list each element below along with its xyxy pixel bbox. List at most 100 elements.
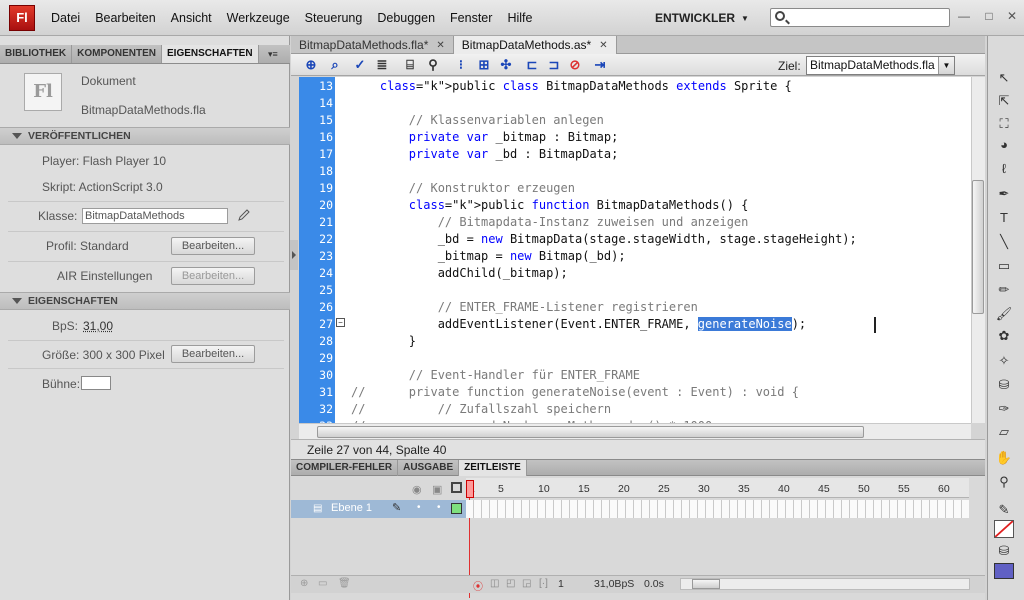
text-tool-icon[interactable]: T: [995, 210, 1013, 226]
code-hint-icon[interactable]: ⌸: [402, 57, 418, 73]
bone-tool-icon[interactable]: ✧: [995, 353, 1013, 369]
menu-ansicht[interactable]: Ansicht: [171, 11, 212, 25]
timeline-ruler[interactable]: 1 5 10 15 20 25 30 35 40 45 50 55 60: [466, 478, 969, 498]
tab-komponenten[interactable]: KOMPONENTEN: [72, 45, 163, 63]
restore-button[interactable]: □: [982, 9, 996, 23]
3d-rotation-icon[interactable]: ◕: [995, 137, 1013, 153]
stage-color-swatch[interactable]: [81, 376, 111, 390]
rectangle-tool-icon[interactable]: ▭: [995, 258, 1013, 274]
divider: [8, 201, 284, 202]
minimize-button[interactable]: —: [957, 9, 971, 23]
size-edit-button[interactable]: Bearbeiten...: [171, 345, 255, 363]
tab-eigenschaften[interactable]: EIGENSCHAFTEN: [162, 45, 259, 63]
close-icon[interactable]: ✕: [436, 37, 444, 54]
timeline-hscroll-thumb[interactable]: [692, 579, 720, 589]
collapse-between-braces-icon[interactable]: ⁝: [453, 57, 469, 73]
line-tool-icon[interactable]: ╲: [995, 234, 1013, 250]
onion-markers-icon[interactable]: [·]: [539, 578, 548, 589]
air-edit-button[interactable]: Bearbeiten...: [171, 267, 255, 285]
outline-icon[interactable]: [451, 482, 462, 493]
auto-format-icon[interactable]: ≣: [374, 57, 390, 73]
lock-icon[interactable]: ▣: [432, 483, 442, 496]
horizontal-scroll-thumb[interactable]: [317, 426, 864, 438]
eye-icon[interactable]: ◉: [412, 483, 422, 496]
lock-dot-icon[interactable]: •: [437, 502, 441, 513]
timeline-hscrollbar[interactable]: [680, 578, 970, 590]
onion-skin-icon[interactable]: ◫: [490, 578, 499, 589]
hand-tool-icon[interactable]: ✋: [995, 450, 1013, 466]
collapse-panel-icon[interactable]: [290, 240, 298, 270]
panel-menu-icon[interactable]: ▾≡: [268, 49, 286, 59]
new-folder-icon[interactable]: ▭: [318, 578, 327, 589]
target-select[interactable]: BitmapDataMethods.fla ▼: [806, 56, 955, 75]
menu-steuerung[interactable]: Steuerung: [305, 11, 363, 25]
close-icon[interactable]: ✕: [599, 37, 607, 54]
center-frame-icon[interactable]: ⦿: [473, 578, 483, 593]
menu-debuggen[interactable]: Debuggen: [377, 11, 435, 25]
block-comment-icon[interactable]: ⊏: [524, 57, 540, 73]
frame-row[interactable]: [466, 500, 969, 518]
fold-toggle-icon[interactable]: −: [336, 318, 345, 327]
eraser-tool-icon[interactable]: ▱: [995, 424, 1013, 440]
workspace-switcher[interactable]: ENTWICKLER ▼: [655, 9, 749, 27]
layer-name[interactable]: Ebene 1: [331, 502, 372, 514]
tab-as-file[interactable]: BitmapDataMethods.as* ✕: [453, 36, 617, 54]
collapse-selection-icon[interactable]: ⊞: [476, 57, 492, 73]
divider: [8, 231, 284, 232]
menu-fenster[interactable]: Fenster: [450, 11, 492, 25]
layer-color-swatch[interactable]: [451, 503, 462, 514]
menu-datei[interactable]: Datei: [51, 11, 80, 25]
free-transform-icon[interactable]: ⛶: [995, 116, 1013, 132]
brush-tool-icon[interactable]: 🖌: [995, 306, 1013, 322]
vertical-scroll-thumb[interactable]: [972, 180, 984, 314]
workspace-label: ENTWICKLER: [655, 11, 735, 25]
debug-options-icon[interactable]: ⚲: [425, 57, 441, 73]
playhead[interactable]: [466, 480, 474, 498]
code-editor[interactable]: 13 class="k">public class BitmapDataMeth…: [299, 77, 971, 423]
visible-dot-icon[interactable]: •: [417, 502, 421, 513]
zoom-tool-icon[interactable]: ⚲: [995, 474, 1013, 490]
edit-multiple-frames-icon[interactable]: ◲: [522, 578, 531, 589]
code-line: private var _bitmap : Bitmap;: [408, 130, 619, 144]
add-statement-icon[interactable]: ⊕: [303, 57, 319, 73]
profile-edit-button[interactable]: Bearbeiten...: [171, 237, 255, 255]
fill-color-icon[interactable]: ⛁: [995, 543, 1013, 559]
find-icon[interactable]: ⌕: [327, 57, 343, 73]
pencil-tool-icon[interactable]: ✏: [995, 282, 1013, 298]
close-button[interactable]: ✕: [1005, 9, 1019, 23]
tab-compiler-fehler[interactable]: COMPILER-FEHLER: [291, 460, 399, 476]
show-toolbox-icon[interactable]: ⇥: [592, 57, 608, 73]
delete-icon[interactable]: 🗑: [338, 578, 351, 589]
new-layer-icon[interactable]: ⊕: [300, 578, 308, 589]
search-box[interactable]: [770, 8, 950, 27]
selection-tool-icon[interactable]: ↖: [995, 70, 1013, 86]
player-info: Player: Flash Player 10: [42, 154, 167, 168]
stroke-color-swatch[interactable]: [994, 520, 1014, 538]
tab-ausgabe[interactable]: AUSGABE: [398, 460, 460, 476]
menu-werkzeuge[interactable]: Werkzeuge: [227, 11, 290, 25]
remove-comment-icon[interactable]: ⊘: [567, 57, 583, 73]
menu-hilfe[interactable]: Hilfe: [507, 11, 532, 25]
menu-bearbeiten[interactable]: Bearbeiten: [95, 11, 155, 25]
search-input[interactable]: [791, 10, 946, 25]
subselection-tool-icon[interactable]: ⇱: [995, 93, 1013, 109]
eyedropper-icon[interactable]: ✑: [995, 401, 1013, 417]
pencil-icon[interactable]: [237, 208, 251, 222]
class-input[interactable]: BitmapDataMethods: [82, 208, 228, 224]
section-veroeffentlichen[interactable]: VERÖFFENTLICHEN: [0, 127, 290, 145]
check-syntax-icon[interactable]: ✓: [352, 57, 368, 73]
fps-value[interactable]: 31,00: [83, 319, 113, 333]
line-comment-icon[interactable]: ⊐: [546, 57, 562, 73]
paint-bucket-icon[interactable]: ⛁: [995, 377, 1013, 393]
tab-zeitleiste[interactable]: ZEITLEISTE: [459, 460, 527, 476]
tab-bibliothek[interactable]: BIBLIOTHEK: [0, 45, 73, 63]
lasso-tool-icon[interactable]: ℓ: [995, 161, 1013, 177]
onion-outline-icon[interactable]: ◰: [506, 578, 515, 589]
stroke-color-icon[interactable]: ✎: [995, 502, 1013, 518]
tab-fla-file[interactable]: BitmapDataMethods.fla* ✕: [291, 36, 454, 54]
deco-tool-icon[interactable]: ✿: [995, 328, 1013, 344]
section-eigenschaften[interactable]: EIGENSCHAFTEN: [0, 292, 290, 310]
pen-tool-icon[interactable]: ✒: [995, 186, 1013, 202]
expand-all-icon[interactable]: ✣: [498, 57, 514, 73]
fill-color-swatch[interactable]: [994, 563, 1014, 579]
